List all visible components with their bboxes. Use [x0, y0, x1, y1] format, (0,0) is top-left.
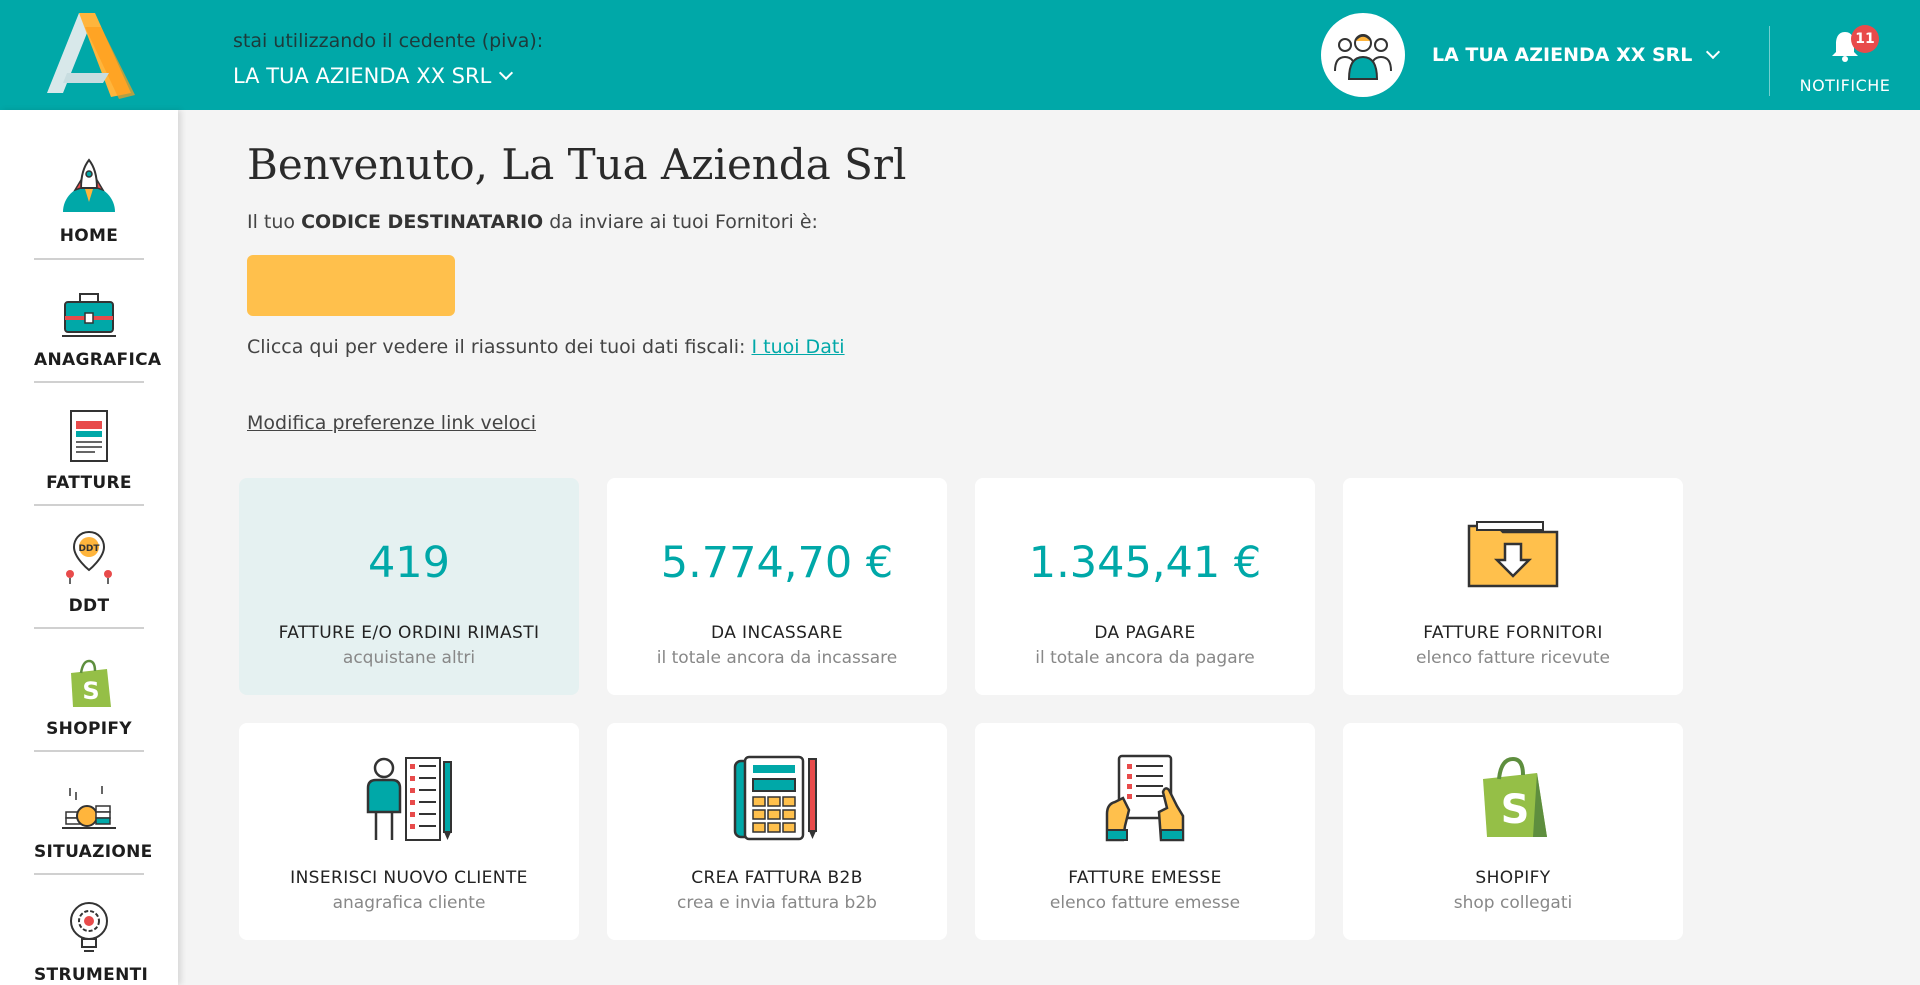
modifica-preferenze-link[interactable]: Modifica preferenze link veloci: [247, 412, 536, 434]
card-subtitle: il totale ancora da incassare: [656, 648, 898, 668]
card-title: SHOPIFY: [1475, 868, 1551, 888]
sidebar-item-label: SHOPIFY: [46, 719, 132, 739]
sidebar-item-label: STRUMENTI: [34, 965, 149, 985]
sidebar-divider: [34, 504, 144, 506]
main-content: Benvenuto, La Tua Azienda Srl Il tuo COD…: [247, 140, 906, 358]
card-value: 419: [367, 538, 451, 588]
codice-suffix: da inviare ai tuoi Fornitori è:: [543, 211, 818, 233]
svg-text:S: S: [1501, 787, 1530, 833]
card-value: 5.774,70 €: [660, 538, 894, 588]
sidebar-item-label: ANAGRAFICA: [34, 350, 162, 370]
card-fatture-fornitori[interactable]: FATTURE FORNITORI elenco fatture ricevut…: [1343, 478, 1683, 695]
logo-icon: [47, 13, 135, 99]
sidebar-divider: [34, 258, 144, 260]
card-nuovo-cliente[interactable]: INSERISCI NUOVO CLIENTE anagrafica clien…: [239, 723, 579, 940]
card-da-incassare[interactable]: 5.774,70 € DA INCASSARE il totale ancora…: [607, 478, 947, 695]
shopify-bag-icon: S: [1483, 757, 1547, 837]
codice-destinatario-box: [247, 255, 455, 316]
codice-destinatario-text: Il tuo CODICE DESTINATARIO da inviare ai…: [247, 211, 906, 233]
ddt-pin-icon: DDT: [66, 530, 112, 584]
card-subtitle: shop collegati: [1453, 893, 1573, 913]
svg-text:DDT: DDT: [78, 544, 100, 554]
user-group-icon: [1334, 34, 1392, 80]
sidebar-item-fatture[interactable]: FATTURE: [34, 391, 144, 515]
chevron-down-icon: [1706, 44, 1721, 60]
user-menu[interactable]: LA TUA AZIENDA XX SRL: [1432, 44, 1721, 66]
dati-fiscali-text: Clicca qui per vedere il riassunto dei t…: [247, 336, 906, 358]
avatar[interactable]: [1321, 13, 1405, 97]
sidebar-item-ddt[interactable]: DDT DDT: [34, 514, 144, 638]
codice-bold: CODICE DESTINATARIO: [301, 211, 544, 233]
notifications-button[interactable]: 11 NOTIFICHE: [1790, 25, 1900, 95]
coins-icon: [62, 786, 116, 829]
sidebar-item-label: HOME: [59, 226, 119, 246]
cedente-label: stai utilizzando il cedente (piva):: [233, 30, 544, 52]
rocket-icon: [63, 158, 115, 212]
codice-prefix: Il tuo: [247, 211, 302, 233]
issued-invoices-icon: [1105, 754, 1185, 842]
sidebar-item-home[interactable]: HOME: [34, 144, 144, 268]
page-title: Benvenuto, La Tua Azienda Srl: [247, 140, 907, 189]
cedente-value: LA TUA AZIENDA XX SRL: [233, 64, 492, 88]
card-subtitle: il totale ancora da pagare: [1035, 648, 1255, 668]
card-subtitle: elenco fatture ricevute: [1415, 648, 1611, 668]
app-logo[interactable]: [0, 0, 178, 110]
chevron-down-icon: [499, 65, 514, 81]
sidebar-item-situazione[interactable]: SITUAZIONE: [34, 760, 153, 884]
card-da-pagare[interactable]: 1.345,41 € DA PAGARE il totale ancora da…: [975, 478, 1315, 695]
sidebar: HOME ANAGRAFICA FATTURE DDT DDT S SHOPIF…: [0, 110, 178, 985]
cedente-dropdown[interactable]: LA TUA AZIENDA XX SRL: [233, 64, 543, 88]
sidebar-item-strumenti[interactable]: STRUMENTI: [34, 883, 149, 985]
card-title: DA INCASSARE: [711, 623, 843, 643]
sidebar-item-label: SITUAZIONE: [34, 842, 153, 862]
sidebar-divider: [34, 381, 144, 383]
card-subtitle: acquistane altri: [342, 648, 476, 668]
sidebar-divider: [34, 750, 144, 752]
notifications-label: NOTIFICHE: [1799, 76, 1891, 95]
card-title: FATTURE EMESSE: [1068, 868, 1222, 888]
dati-prefix: Clicca qui per vedere il riassunto dei t…: [247, 336, 752, 358]
sidebar-item-anagrafica[interactable]: ANAGRAFICA: [34, 268, 162, 392]
card-shopify[interactable]: S SHOPIFY shop collegati: [1343, 723, 1683, 940]
i-tuoi-dati-link[interactable]: I tuoi Dati: [751, 336, 844, 358]
card-title: FATTURE E/O ORDINI RIMASTI: [278, 623, 540, 643]
gear-bulb-icon: [70, 902, 108, 952]
calculator-icon: [733, 755, 817, 841]
new-client-icon: [366, 757, 452, 841]
header-divider: [1769, 26, 1770, 96]
cedente-selector[interactable]: stai utilizzando il cedente (piva): LA T…: [233, 30, 543, 88]
card-title: DA PAGARE: [1094, 623, 1196, 643]
briefcase-icon: [62, 293, 116, 337]
user-name: LA TUA AZIENDA XX SRL: [1432, 44, 1693, 66]
card-fatture-rimaste[interactable]: 419 FATTURE E/O ORDINI RIMASTI acquistan…: [239, 478, 579, 695]
invoice-icon: [70, 410, 108, 462]
sidebar-divider: [34, 627, 144, 629]
shopify-bag-icon: S: [71, 659, 111, 707]
card-subtitle: anagrafica cliente: [332, 893, 486, 913]
sidebar-item-label: FATTURE: [46, 473, 132, 493]
card-title: INSERISCI NUOVO CLIENTE: [290, 868, 528, 888]
card-title: FATTURE FORNITORI: [1423, 623, 1603, 643]
sidebar-divider: [34, 873, 144, 875]
top-bar: stai utilizzando il cedente (piva): LA T…: [0, 0, 1920, 122]
card-subtitle: crea e invia fattura b2b: [677, 893, 877, 913]
card-crea-fattura-b2b[interactable]: CREA FATTURA B2B crea e invia fattura b2…: [607, 723, 947, 940]
card-value: 1.345,41 €: [1028, 538, 1262, 588]
svg-text:S: S: [82, 677, 99, 705]
card-subtitle: elenco fatture emesse: [1049, 893, 1241, 913]
notification-badge: 11: [1851, 25, 1879, 53]
card-fatture-emesse[interactable]: FATTURE EMESSE elenco fatture emesse: [975, 723, 1315, 940]
card-title: CREA FATTURA B2B: [691, 868, 863, 888]
sidebar-item-label: DDT: [68, 596, 110, 616]
folder-download-icon: [1467, 521, 1559, 588]
sidebar-item-shopify[interactable]: S SHOPIFY: [34, 637, 144, 761]
